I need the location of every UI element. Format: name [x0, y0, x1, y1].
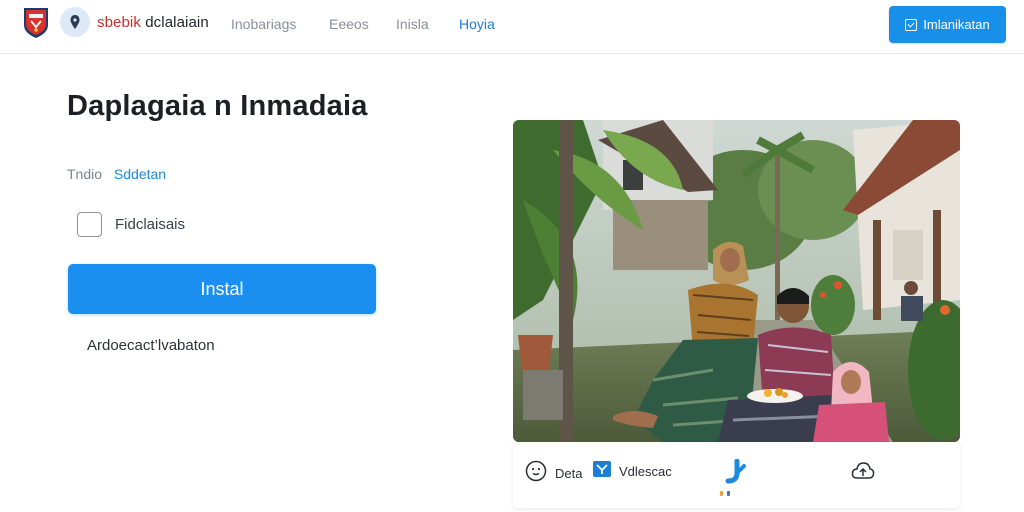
play-button[interactable]: [724, 458, 746, 490]
main-panel: Daplagaia n Inmadaia Tndio Sddetan Fidcl…: [0, 54, 1024, 512]
nav-item-1[interactable]: Inobariags: [231, 16, 296, 32]
smile-icon: [525, 460, 547, 487]
dot-2[interactable]: [727, 491, 730, 496]
checkbox-icon: [905, 18, 918, 31]
dot-1[interactable]: [720, 491, 723, 496]
nav-item-2[interactable]: Eeeos: [329, 16, 369, 32]
cloud-upload-icon: [851, 460, 875, 487]
flag-icon: [593, 460, 611, 483]
meta-row: Tndio Sddetan: [67, 166, 166, 182]
header-action-label: Imlanikatan: [923, 17, 990, 32]
location-pin-icon[interactable]: [60, 7, 90, 37]
nav-item-4-active[interactable]: Hoyia: [459, 16, 495, 32]
checkbox[interactable]: [77, 212, 102, 237]
nav-item-3[interactable]: Inisla: [396, 16, 429, 32]
checkbox-row[interactable]: Fidclaisais: [77, 212, 185, 237]
brand-name-part2: dclalaiain: [140, 14, 209, 31]
meta-label: Tndio: [67, 166, 103, 182]
pagination-dots: [720, 491, 730, 496]
header-action-button[interactable]: Imlanikatan: [889, 6, 1006, 43]
brand-name-part1: sbebik: [97, 14, 141, 31]
meta-link[interactable]: Sddetan: [114, 166, 166, 182]
page-title: Daplagaia n Inmadaia: [67, 90, 368, 122]
media-item-label-1: Deta: [555, 466, 583, 481]
top-navigation-bar: sbebik dclalaiain Inobariags Eeeos Inisl…: [0, 0, 1024, 54]
checkbox-label: Fidclaisais: [115, 216, 186, 233]
hero-photo: [513, 120, 960, 442]
shield-logo-icon[interactable]: [22, 5, 50, 39]
media-item-video[interactable]: Vdlescac: [593, 460, 672, 483]
play-icon: [724, 458, 746, 490]
brand-name[interactable]: sbebik dclalaiain: [97, 14, 209, 31]
install-button[interactable]: Instal: [68, 264, 376, 314]
upload-button[interactable]: [851, 460, 875, 487]
media-item-deta[interactable]: Deta: [525, 460, 582, 487]
media-item-label-2: Vdlescac: [619, 464, 672, 479]
secondary-link[interactable]: Ardoecact’lvabaton: [87, 337, 215, 354]
